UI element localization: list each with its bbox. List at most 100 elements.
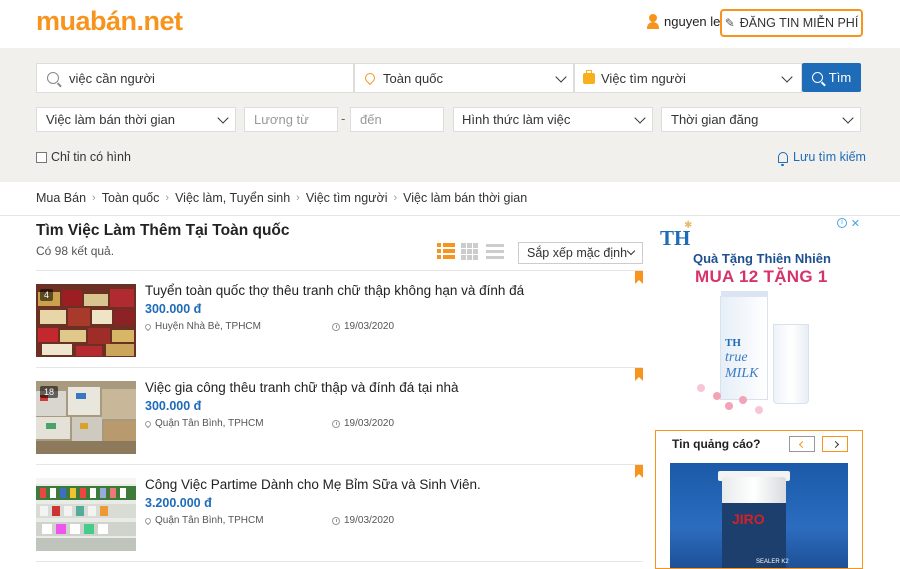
post-time-select[interactable]: Thời gian đăng <box>661 107 861 132</box>
work-form-select[interactable]: Hình thức làm việc <box>453 107 653 132</box>
breadcrumb-item[interactable]: Việc tìm người <box>306 191 388 205</box>
salary-range-separator: - <box>341 111 346 126</box>
chevron-left-icon <box>798 440 806 448</box>
result-count: Có 98 kết quả. <box>36 244 115 258</box>
product-logo: JIRO <box>732 511 765 527</box>
clock-icon <box>332 516 340 525</box>
salary-to-placeholder: đến <box>360 112 382 127</box>
sponsored-title: Tin quảng cáo? <box>672 437 761 451</box>
ad-promo: MUA 12 TẶNG 1 <box>695 267 828 286</box>
keyword-input[interactable]: việc cần người <box>36 63 354 93</box>
listing-thumbnail[interactable]: 18 <box>36 381 136 454</box>
checkbox-box[interactable] <box>36 151 47 163</box>
chevron-down-icon <box>781 71 793 83</box>
chevron-down-icon <box>555 71 567 83</box>
product-word-true: true <box>725 350 748 365</box>
listing-thumbnail[interactable]: 4 <box>36 284 136 357</box>
listing-title[interactable]: Việc gia công thêu tranh chữ thập và đín… <box>145 380 459 395</box>
bookmark-icon[interactable] <box>635 271 643 284</box>
ad-next-button[interactable] <box>822 436 848 452</box>
breadcrumb-item[interactable]: Toàn quốc <box>102 191 160 205</box>
pencil-icon: ✎ <box>724 16 735 30</box>
post-free-ad-button[interactable]: ✎ ĐĂNG TIN MIỄN PHÍ <box>720 9 863 37</box>
milk-glass-image <box>773 324 809 404</box>
photo-count-badge: 18 <box>40 386 59 398</box>
chevron-down-icon <box>634 112 646 124</box>
milk-ad-banner[interactable]: TH ✱ i ✕ Quà Tặng Thiên Nhiên MUA 12 TẶN… <box>655 216 863 422</box>
clock-icon <box>332 322 340 331</box>
job-type-value: Việc làm bán thời gian <box>46 112 175 127</box>
breadcrumb-item[interactable]: Việc làm, Tuyển sinh <box>175 191 290 205</box>
save-search-link[interactable]: Lưu tìm kiếm <box>778 150 866 166</box>
breadcrumb-item[interactable]: Việc làm bán thời gian <box>403 191 527 205</box>
salary-to-input[interactable]: đến <box>350 107 444 132</box>
product-label: SEALER K2 <box>756 559 789 565</box>
search-button-label: Tìm <box>828 70 852 85</box>
ad-info-icon[interactable]: i <box>837 218 847 228</box>
salary-from-placeholder: Lương từ <box>254 112 309 127</box>
listing-item[interactable]: 18 Việc gia công thêu tranh chữ thập và … <box>36 367 643 463</box>
job-type-select[interactable]: Việc làm bán thời gian <box>36 107 236 132</box>
star-icon: ✱ <box>684 220 693 231</box>
bookmark-icon[interactable] <box>635 465 643 478</box>
listing-item[interactable]: 4 Tuyển toàn quốc thợ thêu tranh chữ thậ… <box>36 270 643 366</box>
clock-icon <box>332 419 340 428</box>
paint-bucket-ad-image[interactable]: JIRO SEALER K2 <box>670 463 848 568</box>
search-panel: việc cần người Toàn quốc Việc tìm người … <box>0 48 900 182</box>
listing-date: 19/03/2020 <box>332 321 394 332</box>
flower-decoration <box>713 392 721 400</box>
photo-count-badge: 4 <box>40 289 54 301</box>
ad-close-icon[interactable]: ✕ <box>851 217 860 230</box>
keyword-value: việc cần người <box>69 70 155 86</box>
chevron-down-icon <box>217 112 229 124</box>
image-only-checkbox[interactable]: Chỉ tin có hình <box>36 150 131 164</box>
location-text: Huyện Nhà Bè, TPHCM <box>155 321 261 332</box>
chevron-right-icon <box>831 440 839 448</box>
flower-decoration <box>725 402 733 410</box>
search-button[interactable]: Tìm <box>802 63 861 92</box>
category-select[interactable]: Việc tìm người <box>574 63 802 93</box>
user-name: nguyen le <box>664 14 721 29</box>
location-select[interactable]: Toàn quốc <box>354 63 574 93</box>
category-value: Việc tìm người <box>601 70 686 86</box>
sort-value: Sắp xếp mặc định <box>527 246 628 260</box>
location-pin-icon <box>143 322 153 331</box>
grid-view-icon[interactable] <box>461 243 479 260</box>
sponsored-ads-box: Tin quảng cáo? JIRO SEALER K2 <box>655 430 863 569</box>
bookmark-icon[interactable] <box>635 368 643 381</box>
ad-prev-button[interactable] <box>789 436 815 452</box>
location-pin-icon <box>143 419 153 428</box>
flower-decoration <box>739 396 747 404</box>
milk-carton-image: TH true MILK <box>720 291 768 400</box>
listing-title[interactable]: Công Việc Partime Dành cho Mẹ Bỉm Sữa và… <box>145 477 481 492</box>
compact-view-icon[interactable] <box>486 243 504 260</box>
ad-headline: Quà Tặng Thiên Nhiên <box>693 251 831 266</box>
user-menu[interactable]: nguyen le <box>646 14 720 29</box>
product-word-milk: MILK <box>725 366 759 381</box>
location-text: Quận Tân Bình, TPHCM <box>155 515 264 526</box>
location-pin-icon <box>143 516 153 525</box>
divider <box>36 561 643 562</box>
listing-thumbnail[interactable] <box>36 478 136 551</box>
list-view-icon[interactable] <box>437 243 455 260</box>
product-brand: TH <box>725 337 741 349</box>
chevron-down-icon <box>842 112 854 124</box>
breadcrumb-item[interactable]: Mua Bán <box>36 191 86 205</box>
work-form-value: Hình thức làm việc <box>462 112 571 127</box>
site-logo[interactable]: muabán.net <box>36 6 183 37</box>
save-search-label: Lưu tìm kiếm <box>793 150 866 164</box>
listing-item[interactable]: Công Việc Partime Dành cho Mẹ Bỉm Sữa và… <box>36 464 643 560</box>
bell-icon <box>778 151 788 166</box>
post-button-label: ĐĂNG TIN MIỄN PHÍ <box>739 16 859 30</box>
sort-select[interactable]: Sắp xếp mặc định <box>518 242 643 264</box>
listing-title[interactable]: Tuyển toàn quốc thợ thêu tranh chữ thập … <box>145 283 524 298</box>
search-icon <box>811 72 823 83</box>
chevron-right-icon: › <box>393 192 398 204</box>
location-value: Toàn quốc <box>383 70 443 86</box>
listing-location: Quận Tân Bình, TPHCM <box>143 418 264 429</box>
listing-date: 19/03/2020 <box>332 418 394 429</box>
date-text: 19/03/2020 <box>344 418 395 429</box>
salary-from-input[interactable]: Lương từ <box>244 107 338 132</box>
listing-date: 19/03/2020 <box>332 515 394 526</box>
breadcrumb: Mua Bán › Toàn quốc › Việc làm, Tuyển si… <box>36 191 527 205</box>
